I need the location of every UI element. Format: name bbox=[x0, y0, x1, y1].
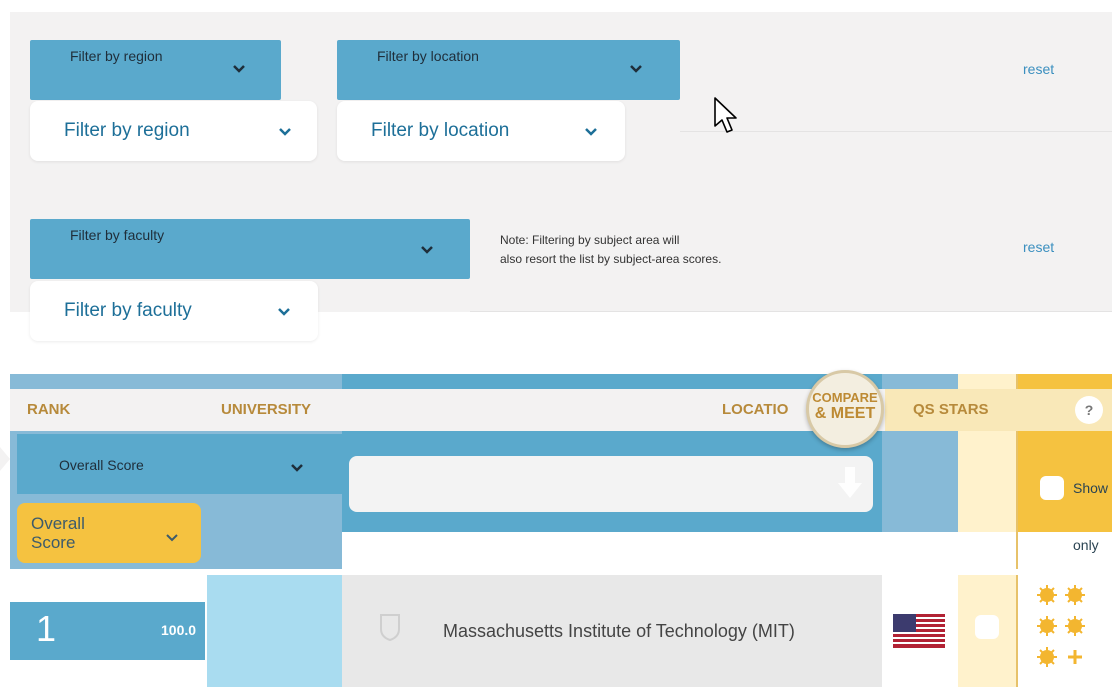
compare-checkbox[interactable] bbox=[975, 615, 999, 639]
qs-stars-header[interactable]: QS STARS bbox=[913, 401, 989, 418]
overall-score: 100.0 bbox=[161, 622, 197, 638]
reset-link[interactable]: reset bbox=[1023, 239, 1054, 255]
chevron-down-icon bbox=[165, 530, 179, 548]
table-row[interactable]: Massachusetts Institute of Technology (M… bbox=[342, 575, 882, 687]
faculty-dropdown[interactable]: Filter by faculty bbox=[30, 219, 470, 279]
rank-number: 1 bbox=[36, 608, 57, 649]
meet-label: & MEET bbox=[814, 405, 876, 422]
only-label: only bbox=[1073, 537, 1099, 553]
score-cell bbox=[207, 575, 342, 687]
faculty-dropdown-label: Filter by faculty bbox=[70, 227, 165, 243]
note-line: Note: Filtering by subject area will bbox=[500, 233, 680, 247]
reset-link[interactable]: reset bbox=[1023, 61, 1054, 77]
chevron-down-icon bbox=[278, 127, 292, 137]
location-header[interactable]: LOCATIO bbox=[722, 401, 788, 418]
rank-header[interactable]: RANK bbox=[27, 401, 70, 418]
compare-meet-badge[interactable]: COMPARE & MEET bbox=[806, 370, 884, 448]
faculty-select[interactable]: Filter by faculty bbox=[30, 281, 318, 341]
chevron-down-icon bbox=[290, 460, 304, 478]
show-label: Show bbox=[1073, 480, 1109, 496]
qs-stars-cell bbox=[1018, 575, 1112, 687]
location-dropdown[interactable]: Filter by location bbox=[337, 40, 680, 100]
region-dropdown-label: Filter by region bbox=[70, 48, 163, 64]
university-header[interactable]: UNIVERSITY bbox=[221, 401, 311, 418]
sort-select[interactable]: Overall Score bbox=[17, 503, 201, 563]
location-dropdown-label: Filter by location bbox=[377, 48, 479, 64]
region-select-value: Filter by region bbox=[64, 120, 190, 141]
sort-value-line: Score bbox=[31, 533, 76, 552]
sort-dropdown-label: Overall Score bbox=[59, 457, 144, 473]
chevron-down-icon bbox=[629, 64, 643, 74]
sort-dropdown[interactable]: Overall Score bbox=[17, 434, 342, 494]
faculty-select-value: Filter by faculty bbox=[64, 300, 192, 321]
university-name-link[interactable]: Massachusetts Institute of Technology (M… bbox=[443, 621, 795, 642]
flag-cell bbox=[882, 575, 958, 687]
divider bbox=[470, 311, 1112, 312]
rank-badge: 1 100.0 bbox=[10, 602, 205, 660]
compare-label: COMPARE bbox=[812, 390, 878, 405]
chevron-down-icon bbox=[232, 64, 246, 74]
divider bbox=[680, 131, 1112, 132]
note-line: also resort the list by subject-area sco… bbox=[500, 252, 722, 266]
scroll-down-arrow-icon bbox=[836, 465, 864, 506]
chevron-down-icon bbox=[277, 307, 291, 317]
university-search-input[interactable] bbox=[349, 456, 873, 512]
compare-cell bbox=[958, 575, 1016, 687]
location-select[interactable]: Filter by location bbox=[337, 101, 625, 161]
show-stars-checkbox[interactable] bbox=[1040, 476, 1064, 500]
chevron-down-icon bbox=[420, 245, 434, 255]
chevron-down-icon bbox=[584, 127, 598, 137]
us-flag-icon bbox=[893, 614, 945, 653]
region-select[interactable]: Filter by region bbox=[30, 101, 317, 161]
panel-pointer bbox=[0, 263, 10, 291]
region-dropdown[interactable]: Filter by region bbox=[30, 40, 281, 100]
qs-star-icon bbox=[1037, 585, 1085, 667]
spacer bbox=[342, 532, 882, 569]
sort-value-line: Overall bbox=[31, 514, 85, 533]
faculty-filter-note: Note: Filtering by subject area will als… bbox=[500, 231, 830, 269]
help-icon[interactable]: ? bbox=[1075, 396, 1103, 424]
university-crest-icon bbox=[379, 613, 401, 646]
sort-pointer bbox=[0, 447, 10, 471]
location-select-value: Filter by location bbox=[371, 120, 510, 141]
sort-select-value: Overall Score bbox=[31, 514, 85, 552]
mouse-cursor-icon bbox=[714, 97, 740, 140]
